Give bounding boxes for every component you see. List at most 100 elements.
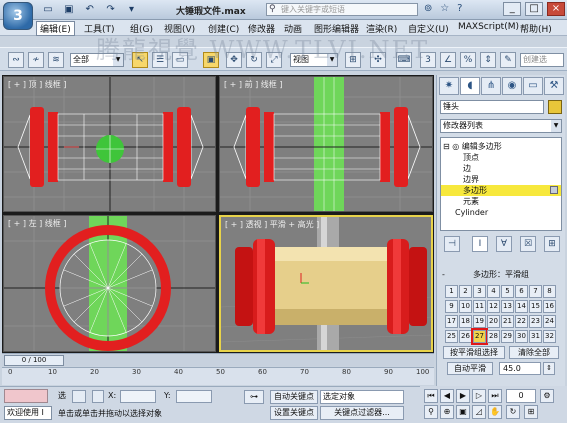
sg-button-13[interactable]: 13 bbox=[501, 300, 514, 313]
absolute-mode-icon[interactable] bbox=[92, 390, 104, 403]
display-tab-icon[interactable]: ▭ bbox=[523, 77, 543, 95]
select-by-sg-button[interactable]: 按平滑组选择 bbox=[443, 346, 505, 359]
stack-item-polygon[interactable]: 多边形 bbox=[441, 185, 561, 196]
stack-item-vertex[interactable]: 顶点 bbox=[463, 152, 567, 163]
sg-button-12[interactable]: 12 bbox=[487, 300, 500, 313]
sg-button-8[interactable]: 8 bbox=[543, 285, 556, 298]
help-icon[interactable]: ? bbox=[457, 3, 462, 14]
star-icon[interactable]: ☆ bbox=[440, 3, 449, 14]
spinner-snap-icon[interactable]: ⇕ bbox=[480, 52, 496, 68]
sg-button-31[interactable]: 31 bbox=[529, 330, 542, 343]
link-icon[interactable]: ∾ bbox=[8, 52, 24, 68]
minimize-button[interactable]: _ bbox=[503, 2, 522, 16]
menu-graph-editors[interactable]: 图形编辑器 bbox=[314, 22, 359, 35]
select-by-name-icon[interactable]: ☰ bbox=[152, 52, 168, 68]
hierarchy-tab-icon[interactable]: ⋔ bbox=[481, 77, 501, 95]
sg-button-11[interactable]: 11 bbox=[473, 300, 486, 313]
sg-button-6[interactable]: 6 bbox=[515, 285, 528, 298]
pivot-center-icon[interactable]: ⊞ bbox=[345, 52, 361, 68]
sg-button-1[interactable]: 1 bbox=[445, 285, 458, 298]
search-input[interactable]: ⚲ 键入关键字或短语 bbox=[266, 3, 418, 16]
bind-spacewarp-icon[interactable]: ≋ bbox=[48, 52, 64, 68]
sg-button-7[interactable]: 7 bbox=[529, 285, 542, 298]
go-to-end-icon[interactable]: ⏭ bbox=[488, 389, 502, 403]
sg-button-23[interactable]: 23 bbox=[529, 315, 542, 328]
object-name-field[interactable]: 锤头 bbox=[440, 100, 544, 114]
lock-selection-icon[interactable] bbox=[72, 390, 86, 403]
track-bar[interactable]: 0 10 20 30 40 50 60 70 80 90 100 bbox=[2, 367, 434, 385]
zoom-all-icon[interactable]: ⊕ bbox=[440, 405, 454, 419]
viewport-label[interactable]: [ + ] 顶 ] 线框 ] bbox=[8, 79, 66, 90]
menu-customize[interactable]: 自定义(U) bbox=[408, 22, 449, 35]
menu-maxscript[interactable]: MAXScript(M) bbox=[458, 22, 519, 32]
redo-icon[interactable]: ↷ bbox=[103, 3, 119, 16]
edit-named-sets-icon[interactable]: ✎ bbox=[500, 52, 516, 68]
sg-button-9[interactable]: 9 bbox=[445, 300, 458, 313]
set-key-button[interactable]: 设置关键点 bbox=[270, 406, 318, 420]
select-object-icon[interactable]: ↖ bbox=[132, 52, 148, 68]
stack-item-cylinder[interactable]: Cylinder bbox=[455, 207, 567, 218]
viewport-label[interactable]: [ + ] 透视 ] 平滑 + 高光 ] bbox=[225, 219, 319, 230]
auto-smooth-button[interactable]: 自动平滑 bbox=[447, 362, 493, 375]
sg-button-17[interactable]: 17 bbox=[445, 315, 458, 328]
play-icon[interactable]: ▶ bbox=[456, 389, 470, 403]
viewport-front[interactable]: [ + ] 前 ] 线框 ] bbox=[219, 76, 433, 212]
sg-button-29[interactable]: 29 bbox=[501, 330, 514, 343]
rectangle-selection-icon[interactable]: ▭ bbox=[172, 52, 188, 68]
welcome-field[interactable]: 欢迎使用 I bbox=[4, 406, 52, 420]
pan-icon[interactable]: ✋ bbox=[488, 405, 502, 419]
open-icon[interactable]: ▭ bbox=[40, 3, 56, 16]
sg-button-4[interactable]: 4 bbox=[487, 285, 500, 298]
key-mode-dropdown[interactable]: 选定对象 bbox=[320, 390, 404, 404]
clear-all-button[interactable]: 清除全部 bbox=[509, 346, 559, 359]
viewport-perspective[interactable]: [ + ] 透视 ] 平滑 + 高光 ] bbox=[219, 215, 433, 352]
maximize-viewport-icon[interactable]: ⊞ bbox=[524, 405, 538, 419]
viewport-label[interactable]: [ + ] 左 ] 线框 ] bbox=[8, 218, 66, 229]
next-frame-icon[interactable]: ▷ bbox=[472, 389, 486, 403]
sg-button-27[interactable]: 27 bbox=[471, 328, 488, 345]
remove-modifier-icon[interactable]: ☒ bbox=[520, 236, 536, 252]
y-coordinate-field[interactable] bbox=[176, 390, 212, 403]
sg-button-16[interactable]: 16 bbox=[543, 300, 556, 313]
utilities-tab-icon[interactable]: ⚒ bbox=[544, 77, 564, 95]
keyboard-shortcut-icon[interactable]: ⌨ bbox=[396, 52, 412, 68]
binoculars-icon[interactable]: ⊚ bbox=[424, 3, 432, 14]
sg-button-10[interactable]: 10 bbox=[459, 300, 472, 313]
undo-icon[interactable]: ↶ bbox=[82, 3, 98, 16]
menu-edit[interactable]: 编辑(E) bbox=[36, 21, 75, 36]
field-of-view-icon[interactable]: ◿ bbox=[472, 405, 486, 419]
menu-help[interactable]: 帮助(H) bbox=[520, 22, 552, 35]
window-crossing-icon[interactable]: ▣ bbox=[203, 52, 219, 68]
reference-coordinate-dropdown[interactable]: 视图 ▼ bbox=[290, 53, 338, 67]
angle-snap-icon[interactable]: ∠ bbox=[440, 52, 456, 68]
key-filters-button[interactable]: 关键点过滤器... bbox=[320, 406, 404, 420]
menu-create[interactable]: 创建(C) bbox=[208, 22, 239, 35]
sg-button-26[interactable]: 26 bbox=[459, 330, 472, 343]
menu-group[interactable]: 组(G) bbox=[130, 22, 153, 35]
zoom-icon[interactable]: ⚲ bbox=[424, 405, 438, 419]
smoothing-groups-rollout-title[interactable]: - 多边形：平滑组 bbox=[440, 269, 562, 280]
sg-button-14[interactable]: 14 bbox=[515, 300, 528, 313]
menu-tools[interactable]: 工具(T) bbox=[84, 22, 115, 35]
time-slider[interactable]: 0 / 100 bbox=[4, 355, 64, 366]
create-tab-icon[interactable]: ✷ bbox=[439, 77, 459, 95]
unlink-icon[interactable]: ≁ bbox=[28, 52, 44, 68]
sg-button-19[interactable]: 19 bbox=[473, 315, 486, 328]
sg-button-5[interactable]: 5 bbox=[501, 285, 514, 298]
time-config-icon[interactable]: ⚙ bbox=[540, 389, 554, 403]
move-icon[interactable]: ✥ bbox=[226, 52, 242, 68]
sg-button-2[interactable]: 2 bbox=[459, 285, 472, 298]
maxscript-mini-listener[interactable] bbox=[4, 389, 48, 403]
zoom-extents-icon[interactable]: ▣ bbox=[456, 405, 470, 419]
sg-button-30[interactable]: 30 bbox=[515, 330, 528, 343]
menu-view[interactable]: 视图(V) bbox=[164, 22, 195, 35]
object-color-swatch[interactable] bbox=[548, 100, 562, 114]
previous-frame-icon[interactable]: ◀ bbox=[440, 389, 454, 403]
close-button[interactable]: × bbox=[547, 2, 565, 16]
stack-item-edit-poly[interactable]: ⊟ ◎ 编辑多边形 bbox=[443, 141, 563, 152]
save-icon[interactable]: ▣ bbox=[61, 3, 77, 16]
named-selection-set[interactable]: 创建选 bbox=[520, 53, 564, 67]
sg-button-25[interactable]: 25 bbox=[445, 330, 458, 343]
spinner-icon[interactable]: ⇕ bbox=[543, 362, 555, 375]
app-logo-icon[interactable]: 3 bbox=[3, 2, 33, 30]
